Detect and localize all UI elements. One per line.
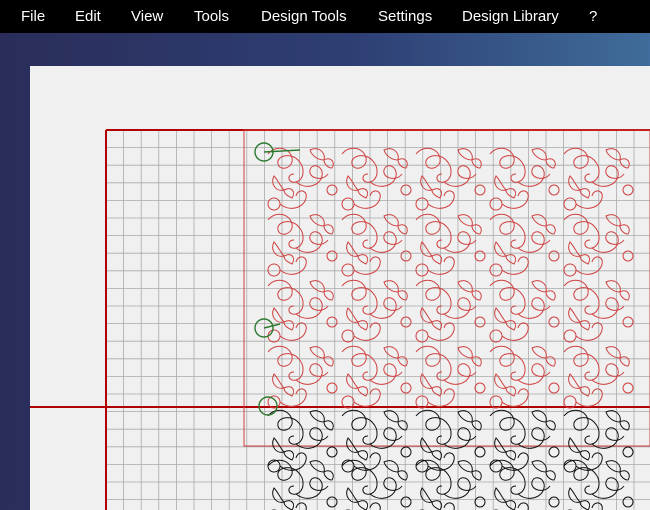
menu-edit[interactable]: Edit <box>75 0 101 33</box>
circle-start-icon <box>254 142 301 162</box>
menu-design-library[interactable]: Design Library <box>462 0 559 33</box>
quilt-canvas[interactable] <box>30 66 650 510</box>
menu-file[interactable]: File <box>21 0 45 33</box>
design-workspace[interactable] <box>30 66 650 510</box>
pattern-motif <box>267 279 338 343</box>
circle-start-icon <box>254 318 281 338</box>
selected-pattern <box>267 147 634 409</box>
pattern-motif <box>415 345 486 409</box>
pattern-motif <box>415 213 486 277</box>
menu-settings[interactable]: Settings <box>378 0 432 33</box>
menu-view[interactable]: View <box>131 0 163 33</box>
pattern-motif <box>267 459 338 510</box>
stitched-pattern <box>267 409 634 510</box>
pattern-motif <box>267 213 338 277</box>
pattern-motif <box>489 345 560 409</box>
canvas-content <box>30 129 650 510</box>
pattern-motif <box>267 409 338 473</box>
pattern-motif <box>415 409 486 473</box>
pattern-motif <box>489 213 560 277</box>
pattern-motif <box>267 345 338 409</box>
pattern-motif <box>415 279 486 343</box>
menu-design-tools[interactable]: Design Tools <box>261 0 347 33</box>
pattern-motif <box>489 279 560 343</box>
pattern-motif <box>415 459 486 510</box>
pattern-motif <box>489 409 560 473</box>
menu-bar: File Edit View Tools Design Tools Settin… <box>0 0 650 33</box>
pattern-motif <box>489 459 560 510</box>
menu-help[interactable]: ? <box>589 0 597 33</box>
menu-tools[interactable]: Tools <box>194 0 229 33</box>
